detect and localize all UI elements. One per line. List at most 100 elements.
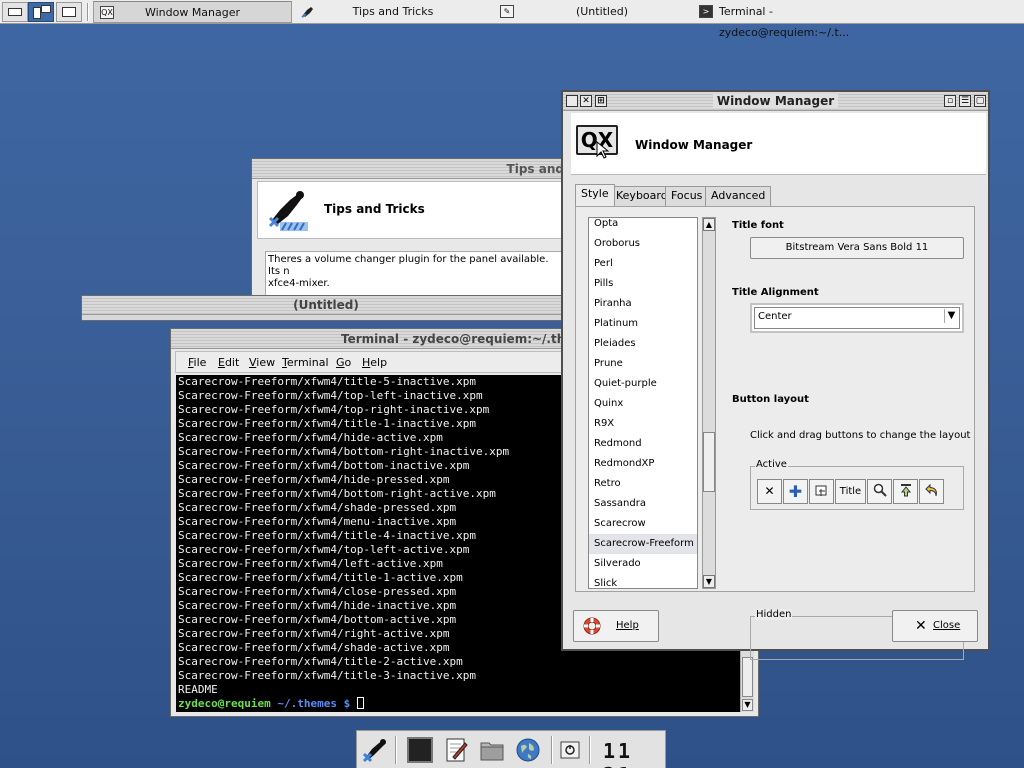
bottom-panel: 11 21 — [356, 730, 666, 768]
mouse-pointer-icon — [596, 141, 610, 159]
xfce-menu-icon[interactable] — [362, 737, 388, 763]
text-cursor — [356, 697, 364, 709]
xfce-logo-icon — [268, 191, 308, 231]
text-editor-icon: ✎ — [500, 5, 514, 18]
theme-list-item[interactable]: RedmondXP — [589, 454, 697, 474]
tip-text-area[interactable]: Theres a volume changer plugin for the p… — [265, 251, 565, 301]
theme-list-item[interactable]: Piranha — [589, 294, 697, 314]
theme-list-item[interactable]: Opta — [589, 218, 697, 234]
theme-list-item[interactable]: Redmond — [589, 434, 697, 454]
layout-title-button[interactable]: Title — [835, 479, 866, 504]
panel-separator — [589, 736, 591, 764]
chevron-down-icon: ▼ — [944, 309, 958, 323]
tips-titlebar[interactable]: Tips and — [252, 159, 570, 179]
close-x-icon: ✕ — [915, 618, 927, 634]
theme-list-item[interactable]: Platinum — [589, 314, 697, 334]
task-untitled[interactable]: ✎ (Untitled) — [494, 1, 690, 23]
theme-list-item[interactable]: Prune — [589, 354, 697, 374]
task-terminal[interactable]: > Terminal - zydeco@requiem:~/.t... — [693, 1, 893, 39]
wm-header: QX Window Manager — [571, 113, 986, 175]
tab-style[interactable]: Style — [575, 184, 615, 206]
menu-help[interactable]: Help — [362, 356, 387, 369]
theme-list-item[interactable]: Scarecrow — [589, 514, 697, 534]
scrollbar-thumb[interactable] — [742, 657, 753, 697]
untitled-titlebar[interactable]: (Untitled) — [82, 296, 570, 315]
scroll-down-icon[interactable]: ▼ — [703, 575, 715, 588]
close-icon[interactable]: ✕ — [580, 95, 592, 107]
tips-header: Tips and Tricks — [257, 181, 565, 239]
theme-list-item[interactable]: Perl — [589, 254, 697, 274]
tips-header-title: Tips and Tricks — [324, 202, 425, 216]
title-alignment-select[interactable]: Center ▼ — [750, 303, 964, 333]
layout-maximize-plus-icon[interactable]: ✚ — [783, 479, 808, 504]
panel-clock[interactable]: 11 21 — [603, 739, 665, 768]
theme-list-item[interactable]: Sassandra — [589, 494, 697, 514]
prompt-user: zydeco@requiem — [178, 697, 271, 710]
scroll-down-icon[interactable]: ▼ — [742, 699, 753, 711]
tips-and-tricks-window: Tips and Tips and Tricks Theres a volume… — [251, 158, 571, 308]
panel-separator — [551, 736, 553, 764]
untitled-window-title: (Untitled) — [293, 298, 359, 312]
theme-list[interactable]: Opta Oroborus Perl Pills Piranha Platinum Plei… — [588, 217, 698, 589]
shade-icon[interactable]: ☰ — [959, 95, 971, 107]
task-window-manager[interactable]: QX Window Manager — [93, 1, 292, 23]
style-tab-panel: Opta Oroborus Perl Pills Piranha Platinum Plei… — [575, 206, 975, 660]
desktop-switcher-3[interactable] — [56, 2, 82, 22]
tab-focus[interactable]: Focus — [665, 186, 709, 206]
stick-icon[interactable]: ⊞ — [595, 95, 607, 107]
theme-list-item[interactable]: Pills — [589, 274, 697, 294]
theme-list-item[interactable]: Oroborus — [589, 234, 697, 254]
active-buttons-group: Active ✕ ✚ Title — [750, 459, 964, 510]
terminal-line: Scarecrow-Freeform/xfwm4/title-3-inactiv… — [178, 669, 477, 682]
theme-list-item[interactable]: Slick — [589, 574, 697, 588]
theme-list-item[interactable]: Scarecrow-Freeform — [589, 534, 697, 554]
wm-window-title: Window Manager — [712, 94, 839, 108]
tab-advanced[interactable]: Advanced — [705, 186, 772, 206]
scrollbar-thumb[interactable] — [703, 432, 715, 492]
maximize-icon[interactable]: ▢ — [974, 95, 986, 107]
layout-stick-hand-icon[interactable] — [809, 479, 834, 504]
task-label: Terminal - zydeco@requiem:~/.t... — [719, 5, 850, 39]
help-label: Help — [616, 620, 639, 631]
button-layout-label: Button layout — [732, 394, 809, 405]
menu-view[interactable]: View — [249, 356, 275, 369]
hide-icon[interactable]: ▫ — [944, 95, 956, 107]
terminal-prompt[interactable]: zydeco@requiem ~/.themes $ — [178, 697, 738, 711]
layout-shade-up-icon[interactable] — [893, 479, 918, 504]
terminal-window-title: Terminal - zydeco@requiem:~/.the — [341, 332, 574, 346]
theme-list-item[interactable]: Silverado — [589, 554, 697, 574]
menu-terminal[interactable]: Terminal — [282, 356, 329, 369]
tips-window-title: Tips and — [506, 162, 564, 176]
window-menu-icon[interactable] — [566, 95, 578, 107]
title-font-label: Title font — [732, 220, 784, 231]
help-button[interactable]: Help — [573, 610, 659, 642]
text-editor-launcher-icon[interactable] — [443, 737, 469, 763]
terminal-launcher-icon[interactable] — [407, 737, 433, 763]
layout-zoom-icon[interactable] — [867, 479, 892, 504]
task-label: (Untitled) — [575, 5, 629, 18]
window-manager-logo-icon: QX — [576, 125, 618, 159]
desktop-switcher-2[interactable] — [28, 2, 54, 22]
file-manager-launcher-icon[interactable] — [479, 737, 505, 763]
theme-list-item[interactable]: Quinx — [589, 394, 697, 414]
theme-list-item[interactable]: Retro — [589, 474, 697, 494]
layout-close-icon[interactable]: ✕ — [757, 479, 782, 504]
menu-edit[interactable]: Edit — [218, 356, 239, 369]
theme-list-item[interactable]: Quiet-purple — [589, 374, 697, 394]
theme-list-scrollbar[interactable]: ▲ ▼ — [702, 217, 716, 589]
menu-file[interactable]: File — [188, 356, 206, 369]
task-tips-and-tricks[interactable]: Tips and Tricks — [295, 1, 491, 23]
web-browser-launcher-icon[interactable] — [515, 737, 541, 763]
theme-list-item[interactable]: Pleiades — [589, 334, 697, 354]
title-font-button[interactable]: Bitstream Vera Sans Bold 11 — [750, 237, 964, 259]
layout-undo-arrow-icon[interactable] — [919, 479, 944, 504]
power-icon[interactable] — [559, 737, 581, 763]
task-label: Window Manager — [144, 6, 241, 19]
theme-list-item[interactable]: R9X — [589, 414, 697, 434]
wm-titlebar[interactable]: Window Manager — [563, 92, 988, 111]
close-button[interactable]: ✕ Close — [892, 610, 978, 642]
menu-go[interactable]: Go — [336, 356, 351, 369]
scroll-up-icon[interactable]: ▲ — [703, 218, 715, 231]
terminal-line: Scarecrow-Freeform/xfwm4/title-2-active.… — [178, 655, 463, 668]
desktop-switcher-1[interactable] — [2, 2, 28, 22]
